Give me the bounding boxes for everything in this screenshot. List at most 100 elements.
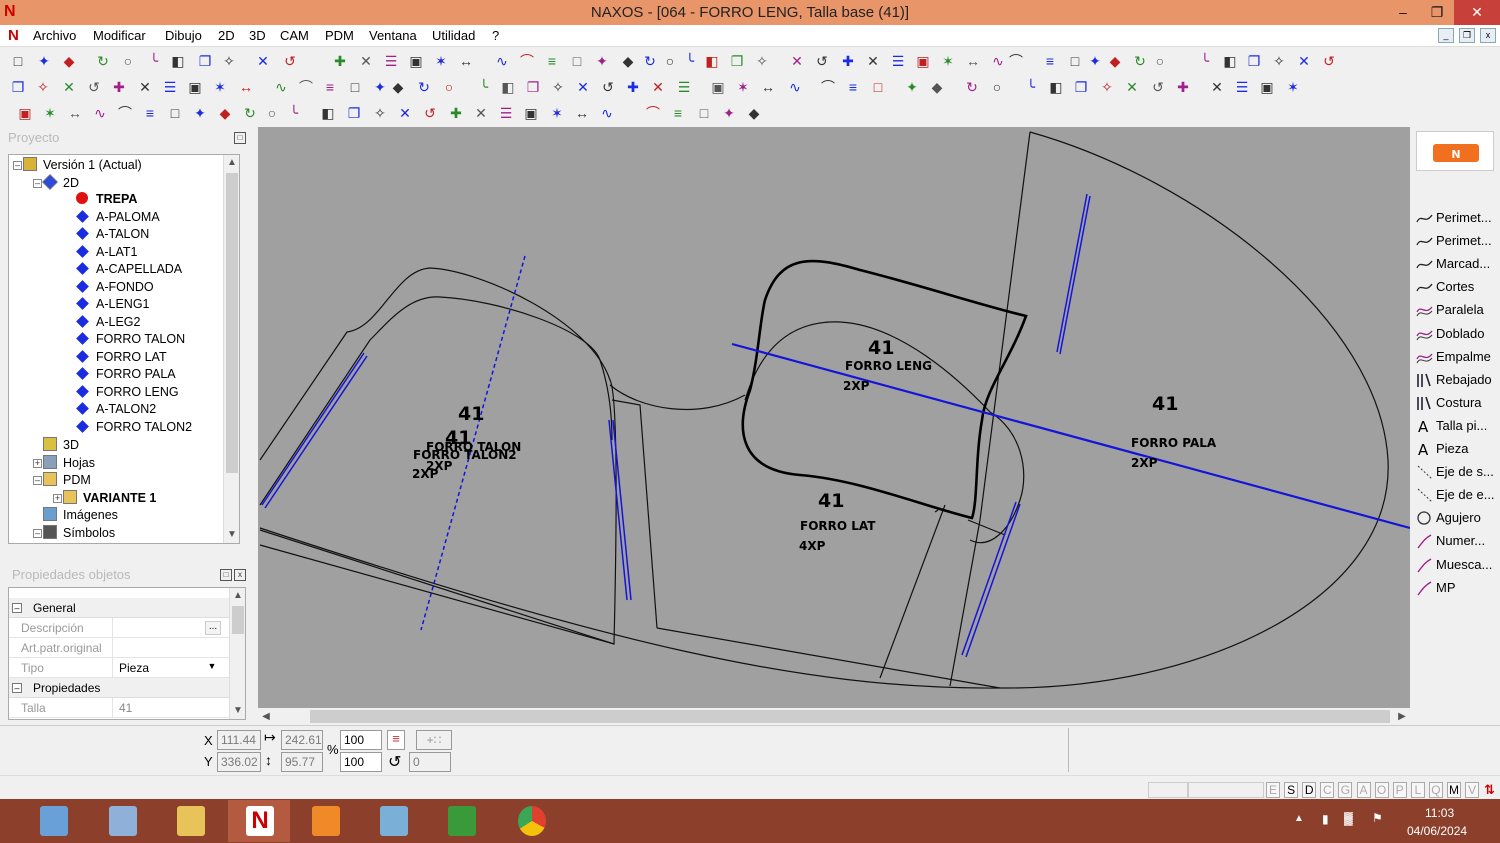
expand-icon[interactable]: + [33,458,42,468]
toolbar-tool-icon[interactable]: ⌒ [297,78,315,96]
toolbar-tool-icon[interactable]: ▣ [914,52,932,70]
toolbar-tool-icon[interactable]: ◆ [619,52,637,70]
toolbar-tool-icon[interactable]: ↺ [599,78,617,96]
toolbar-tool-icon[interactable]: ✦ [191,104,209,122]
toolbar-tool-icon[interactable]: ✧ [1098,78,1116,96]
toolbar-tool-icon[interactable]: ◧ [1047,78,1065,96]
pin-icon[interactable]: □ [234,132,246,144]
menu-2d[interactable]: 2D [218,28,235,43]
toolbar-tool-icon[interactable]: ✚ [839,52,857,70]
prop-value[interactable]: 41 [112,698,224,717]
toolbar-tool-icon[interactable]: ✕ [788,52,806,70]
tree-item[interactable]: FORRO PALA [75,367,176,384]
toolbar-tool-icon[interactable]: ⌒ [116,104,134,122]
restore-button[interactable]: ❐ [1420,0,1454,25]
toolbar-tool-icon[interactable]: ◧ [499,78,517,96]
collapse-icon[interactable]: – [33,528,42,538]
taskbar-app-button[interactable] [294,800,356,842]
alert-icon[interactable]: ⇅ [1484,782,1495,798]
toolbar-tool-icon[interactable]: ✦ [1086,52,1104,70]
status-key-m[interactable]: M [1447,782,1461,798]
toolbar-tool-icon[interactable]: ✧ [34,78,52,96]
tree-item[interactable]: FORRO LENG [75,385,179,402]
toolbar-tool-icon[interactable]: ✦ [371,78,389,96]
toolbar-tool-icon[interactable]: ☰ [1233,78,1251,96]
toolbar-tool-icon[interactable]: ↔ [237,78,255,96]
drawing-canvas[interactable]: 41 FORRO LENG 2XP 41 FORRO TALON 2XP 41 … [258,127,1410,708]
toolbar-tool-icon[interactable]: ▣ [709,78,727,96]
toolbar-tool-icon[interactable]: ◆ [389,78,407,96]
toolbar-tool-icon[interactable]: ⌒ [1007,52,1025,70]
status-key-e[interactable]: E [1266,782,1280,798]
status-key-c[interactable]: C [1320,782,1335,798]
toolbar-tool-icon[interactable]: ↔ [759,78,777,96]
collapse-icon[interactable]: – [33,476,42,485]
toolbar-tool-icon[interactable]: ❐ [196,52,214,70]
tool-parallel-button[interactable]: Paralela [1416,302,1498,324]
toolbar-tool-icon[interactable]: ↻ [415,78,433,96]
toolbar-tool-icon[interactable]: ○ [263,104,281,122]
toolbar-tool-icon[interactable]: ╰ [681,52,699,70]
toolbar-tool-icon[interactable]: ✶ [939,52,957,70]
tree-item[interactable]: A-FONDO [75,280,154,297]
prop-row-tipo[interactable]: Tipo Pieza ▼ [9,658,229,678]
toolbar-tool-icon[interactable]: ≡ [321,78,339,96]
toolbar-tool-icon[interactable]: ❐ [1245,52,1263,70]
toolbar-tool-icon[interactable]: ≡ [543,52,561,70]
toolbar-tool-icon[interactable]: ☰ [675,78,693,96]
project-tree[interactable]: – Versión 1 (Actual) –2D TREPA A-PALOMA A-TAL… [8,154,240,544]
tree-item[interactable]: Versión 1 (Actual) [23,157,142,174]
toolbar-tool-icon[interactable]: ✧ [549,78,567,96]
toolbar-tool-icon[interactable]: ○ [661,52,679,70]
tool-fold-button[interactable]: Doblado [1416,326,1498,348]
props-scrollbar[interactable]: ▲ ▼ [229,588,245,719]
toolbar-tool-icon[interactable]: ↺ [1149,78,1167,96]
toolbar-tool-icon[interactable]: ✦ [720,104,738,122]
y-field[interactable]: 336.02 [217,752,261,772]
toolbar-tool-icon[interactable]: ▣ [1258,78,1276,96]
tree-item[interactable]: A-CAPELLADA [75,262,182,279]
status-key-s[interactable]: S [1284,782,1299,798]
toolbar-tool-icon[interactable]: ◆ [1106,52,1124,70]
toolbar-tool-icon[interactable]: ◆ [60,52,78,70]
toolbar-tool-icon[interactable]: ✶ [734,78,752,96]
tool-mp-button[interactable]: MP [1416,580,1498,602]
toolbar-tool-icon[interactable]: ▣ [522,104,540,122]
taskbar-app-button[interactable] [362,800,424,842]
toolbar-tool-icon[interactable]: ↔ [964,52,982,70]
toolbar-tool-icon[interactable]: ▣ [407,52,425,70]
props-scroll-thumb[interactable] [232,606,244,634]
toolbar-tool-icon[interactable]: ○ [119,52,137,70]
tool-cuts-button[interactable]: Cortes [1416,279,1498,301]
tool-skive-button[interactable]: Rebajado [1416,372,1498,394]
toolbar-tool-icon[interactable]: ↻ [94,52,112,70]
tree-scrollbar[interactable]: ▲ ▼ [223,155,239,543]
menu-ventana[interactable]: Ventana [369,28,417,43]
tray-expand-icon[interactable]: ▲ [1294,813,1304,824]
toolbar-tool-icon[interactable]: ☰ [889,52,907,70]
menu-help[interactable]: ? [492,28,499,43]
tree-item[interactable]: Hojas [43,454,95,472]
expand-icon[interactable]: + [53,493,62,503]
menu-modificar[interactable]: Modificar [93,28,146,43]
toolbar-tool-icon[interactable]: ✚ [1174,78,1192,96]
tree-item[interactable]: PDM [43,472,91,489]
toolbar-tool-icon[interactable]: ❐ [9,78,27,96]
tree-scroll-thumb[interactable] [226,173,238,473]
tree-item[interactable]: FORRO LAT [75,350,167,367]
tree-item[interactable]: A-LAT1 [75,245,137,262]
toolbar-tool-icon[interactable]: ✚ [331,52,349,70]
status-key-v[interactable]: V [1465,782,1480,798]
toolbar-tool-icon[interactable]: ╰ [285,104,303,122]
toolbar-tool-icon[interactable]: ↺ [85,78,103,96]
menu-dibujo[interactable]: Dibujo [165,28,202,43]
prop-row-art-patr[interactable]: Art.patr.original [9,638,229,658]
menu-pdm[interactable]: PDM [325,28,354,43]
toolbar-tool-icon[interactable]: ◆ [928,78,946,96]
toolbar-tool-icon[interactable]: □ [695,104,713,122]
tree-item[interactable]: 2D [42,173,79,192]
tree-item[interactable]: Símbolos [43,524,115,542]
tree-item[interactable]: A-LENG1 [75,297,150,314]
toolbar-tool-icon[interactable]: ⌒ [644,104,662,122]
status-key-a[interactable]: A [1356,782,1371,798]
